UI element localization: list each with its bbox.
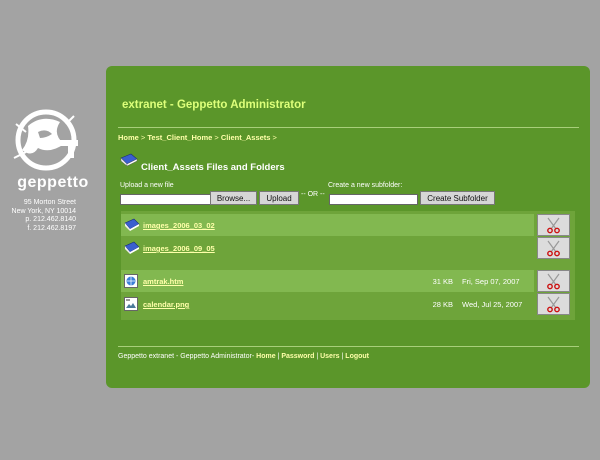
delete-folder-button[interactable]: [537, 214, 570, 236]
folder-row[interactable]: images_2006_09_05: [121, 237, 534, 259]
breadcrumb-home-link[interactable]: Home: [118, 133, 139, 142]
address-line: 95 Morton Street: [23, 199, 76, 206]
scissors-icon: [547, 273, 560, 290]
folder-link[interactable]: images_2006_09_05: [143, 244, 215, 253]
file-link[interactable]: calendar.png: [143, 300, 189, 309]
folder-row[interactable]: images_2006_03_02: [121, 214, 534, 236]
scissors-icon: [547, 217, 560, 234]
file-list: images_2006_03_02 images_2006_09_05 amtr…: [121, 211, 575, 320]
header-divider: [118, 127, 579, 128]
upload-button[interactable]: Upload: [259, 191, 299, 205]
footer: Geppetto extranet - Geppetto Administrat…: [118, 353, 369, 360]
file-size: 31 KB: [432, 277, 453, 286]
breadcrumb-trail-end: >: [270, 133, 277, 142]
breadcrumb: Home > Test_Client_Home > Client_Assets …: [118, 133, 277, 142]
footer-logout-link[interactable]: Logout: [345, 353, 369, 360]
scissors-icon: [547, 296, 560, 313]
browse-button[interactable]: Browse...: [210, 191, 257, 205]
folder-book-icon: [124, 241, 140, 255]
footer-prefix: Geppetto extranet - Geppetto Administrat…: [118, 353, 257, 360]
page-title: extranet - Geppetto Administrator: [122, 99, 306, 111]
subfolder-label: Create a new subfolder:: [328, 182, 403, 189]
or-separator: -- OR --: [301, 191, 325, 198]
breadcrumb-client-assets-link[interactable]: Client_Assets: [221, 133, 271, 142]
image-file-icon: [124, 297, 140, 311]
geppetto-logo-icon: [8, 104, 84, 174]
upload-label: Upload a new file: [120, 182, 174, 189]
file-row[interactable]: amtrak.htm 31 KB Fri, Sep 07, 2007: [121, 270, 534, 292]
file-link[interactable]: amtrak.htm: [143, 277, 183, 286]
web-page-icon: [124, 274, 140, 288]
subfolder-name-input[interactable]: [329, 194, 418, 205]
footer-users-link[interactable]: Users: [320, 353, 339, 360]
phone-line: p. 212.462.8140: [25, 216, 76, 224]
folder-book-icon: [124, 218, 140, 232]
file-date: Fri, Sep 07, 2007: [462, 277, 520, 286]
folder-link[interactable]: images_2006_03_02: [143, 221, 215, 230]
delete-file-button[interactable]: [537, 270, 570, 292]
upload-file-input[interactable]: [120, 194, 211, 205]
footer-divider: [118, 346, 579, 347]
book-icon: [120, 153, 138, 167]
fax-line: f. 212.462.8197: [27, 224, 76, 232]
scissors-icon: [547, 240, 560, 257]
delete-file-button[interactable]: [537, 293, 570, 315]
company-address: 95 Morton Street New York, NY 10014 p. 2…: [12, 199, 76, 233]
address-line: New York, NY 10014: [11, 207, 76, 215]
main-panel: extranet - Geppetto Administrator Home >…: [106, 66, 590, 388]
breadcrumb-client-home-link[interactable]: Test_Client_Home: [147, 133, 212, 142]
section-title: Client_Assets Files and Folders: [141, 162, 285, 173]
create-subfolder-button[interactable]: Create Subfolder: [420, 191, 495, 205]
footer-password-link[interactable]: Password: [281, 353, 314, 360]
breadcrumb-separator: >: [212, 133, 221, 142]
brand-name: geppetto: [17, 174, 89, 191]
file-row[interactable]: calendar.png 28 KB Wed, Jul 25, 2007: [121, 293, 534, 315]
file-date: Wed, Jul 25, 2007: [462, 300, 523, 309]
delete-folder-button[interactable]: [537, 237, 570, 259]
footer-home-link[interactable]: Home: [256, 353, 275, 360]
file-size: 28 KB: [432, 300, 453, 309]
